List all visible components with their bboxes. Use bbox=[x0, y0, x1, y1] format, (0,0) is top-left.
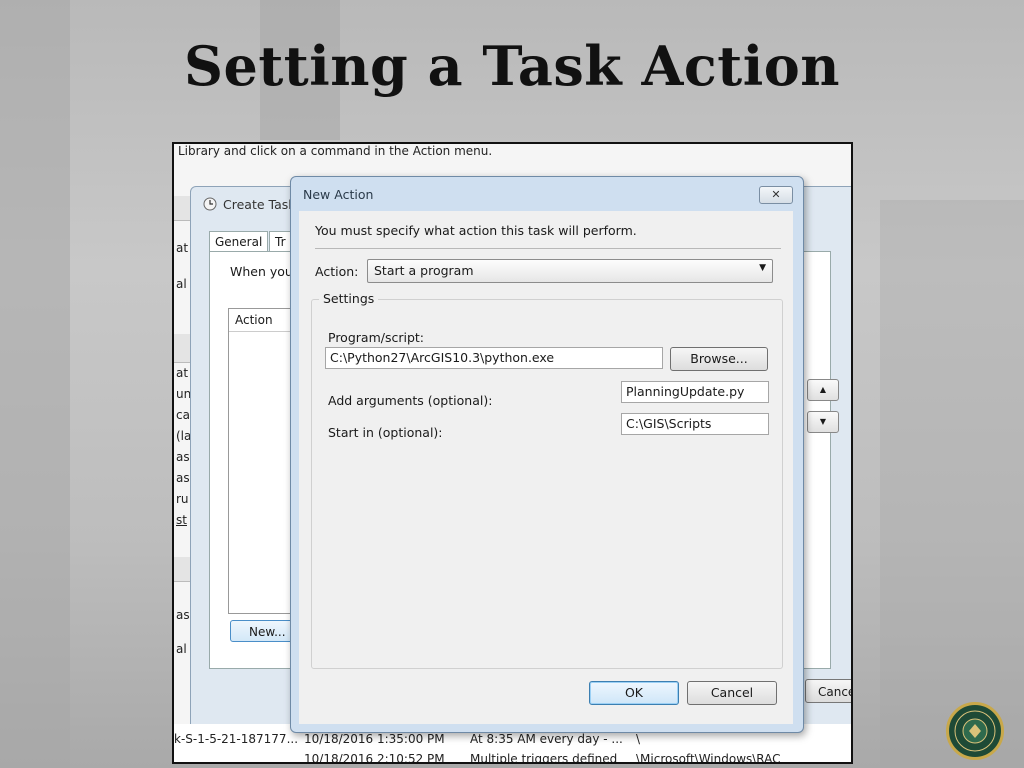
clock-icon bbox=[203, 197, 217, 211]
create-task-title: Create Task bbox=[223, 197, 296, 212]
chevron-down-icon: ▼ bbox=[759, 263, 766, 273]
arguments-label: Add arguments (optional): bbox=[328, 393, 493, 408]
left-fragment: at bbox=[176, 366, 189, 380]
start-in-label: Start in (optional): bbox=[328, 425, 443, 440]
left-fragment: ru bbox=[176, 492, 189, 506]
divider bbox=[315, 248, 781, 249]
arguments-input[interactable]: PlanningUpdate.py bbox=[621, 381, 769, 403]
action-dropdown[interactable]: Start a program ▼ bbox=[367, 259, 773, 283]
move-down-button[interactable]: ▼ bbox=[807, 411, 839, 433]
create-task-cancel-button[interactable]: Cance bbox=[805, 679, 851, 703]
task-row-trigger: At 8:35 AM every day - ... bbox=[470, 732, 623, 746]
close-icon[interactable]: ✕ bbox=[759, 186, 793, 204]
left-fragment: st bbox=[176, 513, 187, 527]
new-action-dialog: New Action ✕ You must specify what actio… bbox=[290, 176, 804, 733]
task-row-author: k-S-1-5-21-187177... bbox=[174, 732, 299, 746]
background-building bbox=[0, 0, 70, 768]
task-row-date: 10/18/2016 2:10:52 PM bbox=[304, 752, 445, 764]
help-text: Library and click on a command in the Ac… bbox=[178, 144, 493, 158]
move-up-button[interactable]: ▲ bbox=[807, 379, 839, 401]
task-row-trigger: Multiple triggers defined bbox=[470, 752, 618, 764]
ok-button[interactable]: OK bbox=[589, 681, 679, 705]
seal-graphic bbox=[954, 710, 996, 752]
left-fragment: al bbox=[176, 642, 187, 656]
task-row-path: \Microsoft\Windows\RAC bbox=[636, 752, 781, 764]
action-dropdown-value: Start a program bbox=[374, 263, 474, 278]
tab-triggers[interactable]: Tr bbox=[269, 231, 292, 252]
cancel-button[interactable]: Cancel bbox=[687, 681, 777, 705]
program-input[interactable]: C:\Python27\ArcGIS10.3\python.exe bbox=[325, 347, 663, 369]
program-label: Program/script: bbox=[328, 330, 424, 345]
task-row-date: 10/18/2016 1:35:00 PM bbox=[304, 732, 445, 746]
slide-title: Setting a Task Action bbox=[184, 34, 840, 98]
background-building bbox=[880, 200, 1024, 768]
start-in-input[interactable]: C:\GIS\Scripts bbox=[621, 413, 769, 435]
instruction-text: You must specify what action this task w… bbox=[315, 223, 637, 238]
tab-general[interactable]: General bbox=[209, 231, 269, 252]
county-seal-icon bbox=[946, 702, 1004, 760]
action-list-header: Action bbox=[229, 309, 299, 332]
when-text: When you bbox=[230, 264, 293, 279]
settings-label: Settings bbox=[319, 291, 379, 306]
dialog-body: You must specify what action this task w… bbox=[299, 211, 793, 724]
action-label: Action: bbox=[315, 264, 359, 279]
dialog-title: New Action bbox=[303, 187, 374, 202]
task-row-path: \ bbox=[636, 732, 641, 746]
screenshot-frame: Library and click on a command in the Ac… bbox=[172, 142, 853, 764]
browse-button[interactable]: Browse... bbox=[670, 347, 768, 371]
